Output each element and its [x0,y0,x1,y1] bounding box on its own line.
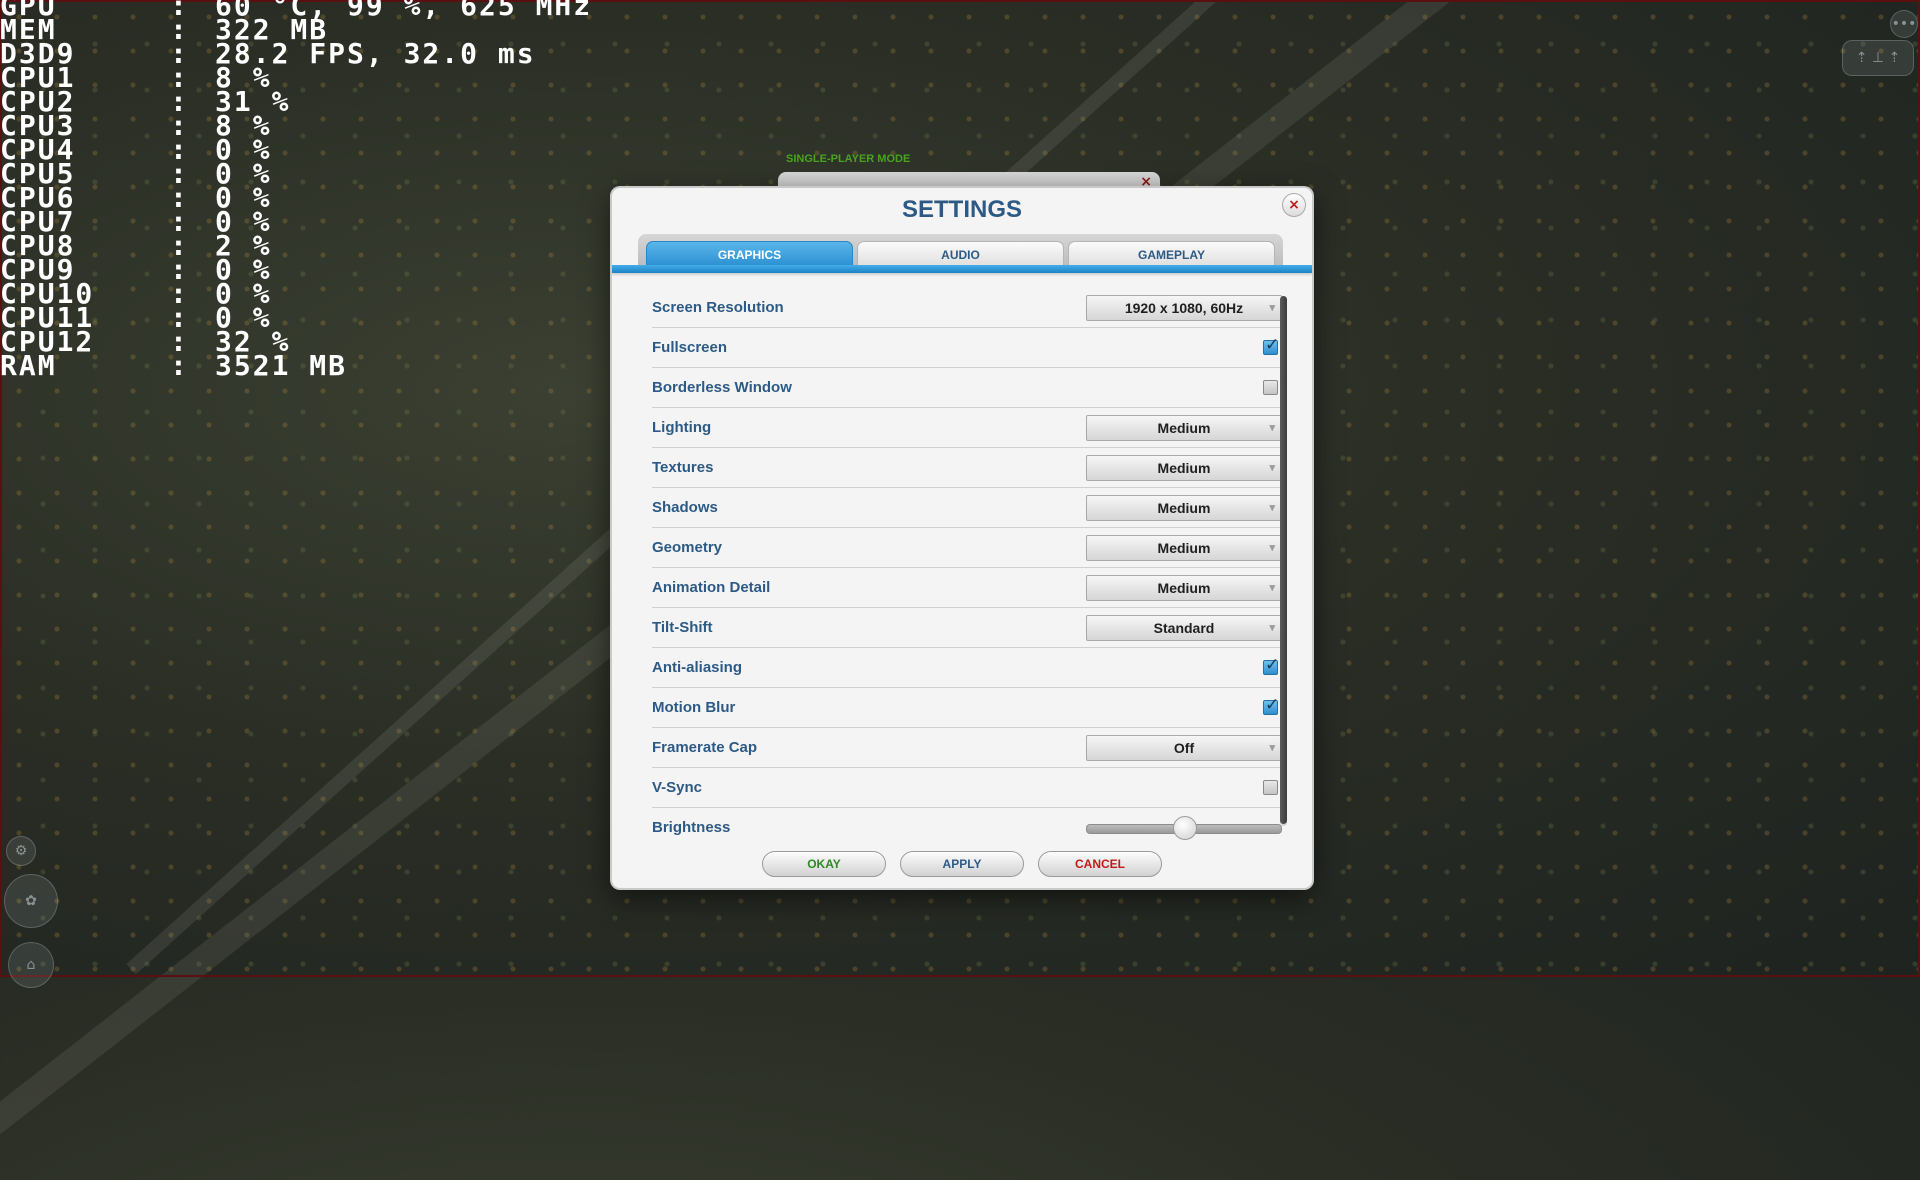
motion-blur-checkbox[interactable] [1263,695,1279,715]
setting-row-geometry: Geometry Medium ▾ [652,528,1282,568]
performance-overlay: GPU:60 °C, 99 %, 625 MHz MEM:322 MB D3D9:2… [0,0,592,382]
stat-row: CPU3:8 % [0,112,592,140]
stat-row: CPU2:31 % [0,88,592,116]
setting-row-framerate-cap: Framerate Cap Off ▾ [652,728,1282,768]
tab-audio[interactable]: AUDIO [857,241,1064,267]
dialog-title: SETTINGS [901,196,1022,223]
setting-label: Shadows [652,499,718,516]
stat-separator: : [170,349,189,382]
chevron-down-icon: ▾ [1269,501,1275,514]
setting-label: Brightness [652,819,731,836]
setting-row-textures: Textures Medium ▾ [652,448,1282,488]
setting-label: Animation Detail [652,579,771,596]
setting-row-animation-detail: Animation Detail Medium ▾ [652,568,1282,608]
main-menu-icon[interactable]: ⌂ [8,942,54,988]
setting-label: Framerate Cap [652,739,758,756]
stat-value: 3521 MB [215,349,348,382]
setting-label: Borderless Window [652,379,792,396]
chevron-down-icon: ▾ [1269,301,1275,314]
chevron-down-icon: ▾ [1269,621,1275,634]
setting-label: Motion Blur [652,699,736,716]
geometry-dropdown[interactable]: Medium ▾ [1086,534,1282,561]
anti-aliasing-checkbox[interactable] [1263,655,1279,675]
stat-row: D3D9:28.2 FPS, 32.0 ms [0,40,592,68]
animation-detail-dropdown[interactable]: Medium ▾ [1086,574,1282,601]
stat-row: CPU6:0 % [0,184,592,212]
stat-row: CPU8:2 % [0,232,592,260]
dropdown-value: Standard [1153,619,1215,636]
screen-resolution-dropdown[interactable]: 1920 x 1080, 60Hz ▾ [1086,294,1282,321]
setting-label: Anti-aliasing [652,659,743,676]
setting-row-screen-resolution: Screen Resolution 1920 x 1080, 60Hz ▾ [652,288,1282,328]
stat-row: RAM:3521 MB [0,349,592,382]
setting-label: Tilt-Shift [652,619,713,636]
setting-row-tilt-shift: Tilt-Shift Standard ▾ [652,608,1282,648]
apply-button[interactable]: APPLY [900,851,1024,877]
tab-gameplay[interactable]: GAMEPLAY [1068,241,1275,267]
tool-icon[interactable]: ⚙ [6,836,36,866]
settings-dialog: SETTINGS × GRAPHICS AUDIO GAMEPLAY Scree… [612,188,1312,888]
setting-label: Textures [652,459,714,476]
stat-name: RAM [0,349,57,382]
setting-row-vsync: V-Sync [652,768,1282,808]
mode-label: SINGLE-PLAYER MODE [786,153,911,165]
tab-underline [612,265,1312,273]
setting-row-shadows: Shadows Medium ▾ [652,488,1282,528]
dropdown-value: Off [1173,739,1195,756]
dropdown-value: Medium [1157,419,1211,436]
chevron-down-icon: ▾ [1269,421,1275,434]
setting-row-motion-blur: Motion Blur [652,688,1282,728]
textures-dropdown[interactable]: Medium ▾ [1086,454,1282,481]
shadows-dropdown[interactable]: Medium ▾ [1086,494,1282,521]
dropdown-value: Medium [1157,539,1211,556]
dropdown-value: Medium [1157,459,1211,476]
settings-list: Screen Resolution 1920 x 1080, 60Hz ▾ Fu… [652,288,1282,847]
scrollbar-thumb[interactable] [1280,296,1287,824]
stat-row: CPU4:0 % [0,136,592,164]
setting-label: Lighting [652,419,712,436]
borderless-window-checkbox[interactable] [1263,380,1278,395]
tab-bar: GRAPHICS AUDIO GAMEPLAY [638,234,1283,267]
chevron-down-icon: ▾ [1269,581,1275,594]
minimap-icon[interactable]: ••• [1890,10,1918,38]
tab-graphics[interactable]: GRAPHICS [646,241,853,267]
setting-label: Screen Resolution [652,299,784,316]
setting-row-borderless-window: Borderless Window [652,368,1282,408]
dropdown-value: Medium [1157,499,1211,516]
vsync-checkbox[interactable] [1263,780,1278,795]
stat-row: CPU5:0 % [0,160,592,188]
slider-thumb[interactable] [1173,815,1197,840]
setting-label: V-Sync [652,779,703,796]
chevron-down-icon: ▾ [1269,461,1275,474]
framerate-cap-dropdown[interactable]: Off ▾ [1086,734,1282,761]
camera-controls-icon[interactable]: ⇡ ⊥ ⇡ [1842,40,1914,76]
build-menu-icon[interactable]: ✿ [4,874,58,928]
dropdown-value: Medium [1157,579,1211,596]
cancel-button[interactable]: CANCEL [1038,851,1162,877]
fullscreen-checkbox[interactable] [1263,335,1279,355]
chevron-down-icon: ▾ [1269,541,1275,554]
setting-row-lighting: Lighting Medium ▾ [652,408,1282,448]
close-button[interactable]: × [1282,193,1306,217]
okay-button[interactable]: OKAY [762,851,886,877]
lighting-dropdown[interactable]: Medium ▾ [1086,414,1282,441]
setting-row-fullscreen: Fullscreen [652,328,1282,368]
brightness-slider[interactable] [1086,815,1282,840]
setting-row-brightness: Brightness [652,808,1282,847]
dialog-footer: OKAY APPLY CANCEL [612,851,1312,877]
setting-label: Geometry [652,539,723,556]
scrollbar[interactable] [1280,296,1287,826]
stat-row: CPU7:0 % [0,208,592,236]
setting-label: Fullscreen [652,339,728,356]
tilt-shift-dropdown[interactable]: Standard ▾ [1086,614,1282,641]
setting-row-anti-aliasing: Anti-aliasing [652,648,1282,688]
chevron-down-icon: ▾ [1269,741,1275,754]
dropdown-value: 1920 x 1080, 60Hz [1124,299,1244,316]
